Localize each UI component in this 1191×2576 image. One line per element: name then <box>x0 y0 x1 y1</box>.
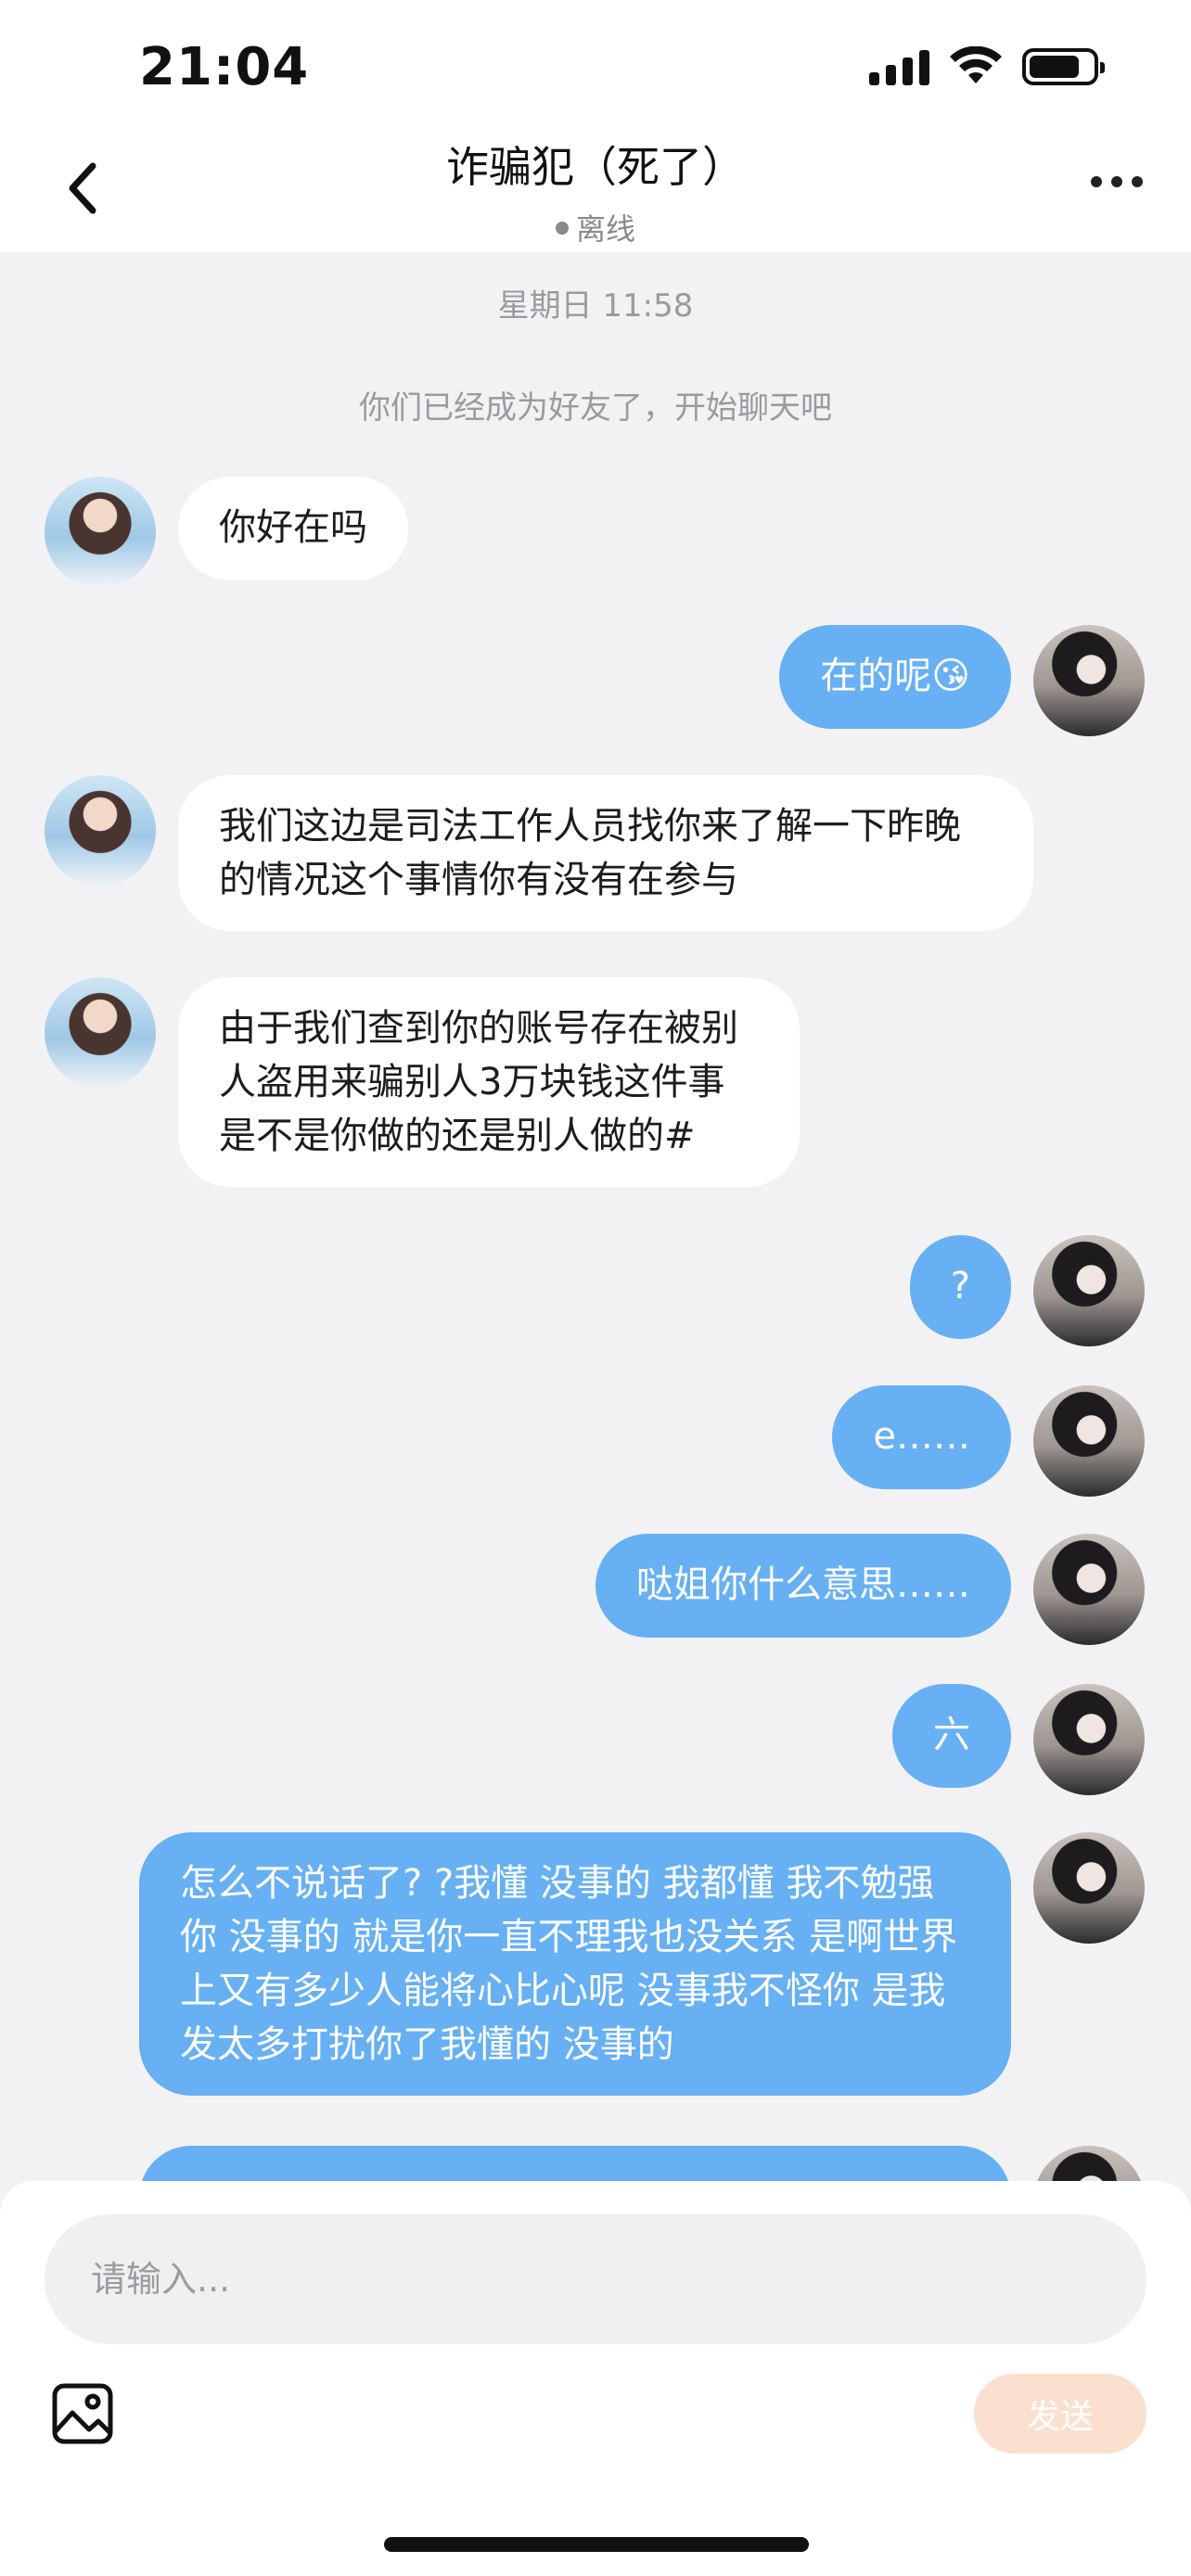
cellular-signal-icon <box>869 48 929 85</box>
contact-status: 离线 <box>0 206 1191 249</box>
status-icons <box>869 46 1105 87</box>
message-input[interactable] <box>45 2214 1146 2344</box>
message-bubble-outgoing[interactable]: 六 <box>892 1684 1011 1788</box>
contact-avatar[interactable] <box>45 977 156 1089</box>
top-bar: 21:04 诈骗犯（死了） 离线 <box>0 0 1191 252</box>
my-avatar[interactable] <box>1033 1684 1145 1795</box>
image-icon <box>52 2383 113 2444</box>
status-dot-icon <box>555 222 569 235</box>
contact-avatar[interactable] <box>45 775 156 886</box>
message-bubble-outgoing[interactable]: 哒姐你什么意思…… <box>596 1534 1011 1638</box>
wifi-icon <box>950 46 1002 83</box>
send-button[interactable]: 发送 <box>974 2374 1146 2454</box>
chat-title: 诈骗犯（死了） <box>446 142 745 192</box>
time-divider: 星期日 11:58 <box>497 287 694 325</box>
message-bubble-outgoing[interactable]: e…… <box>832 1385 1011 1489</box>
message-bubble-outgoing[interactable]: 怎么不说话了? ?我懂 没事的 我都懂 我不勉强你 没事的 就是你一直不理我也没… <box>139 1832 1011 2096</box>
my-avatar[interactable] <box>1033 2146 1145 2181</box>
battery-icon <box>1022 48 1105 85</box>
message-bubble-outgoing[interactable]: 在的呢😘 <box>779 625 1011 729</box>
system-note: 你们已经成为好友了，开始聊天吧 <box>359 389 832 427</box>
message-bubble-outgoing[interactable] <box>139 2146 1011 2181</box>
message-bubble-incoming[interactable]: 我们这边是司法工作人员找你来了解一下昨晚的情况这个事情你有没有在参与 <box>178 775 1033 931</box>
contact-status-label: 离线 <box>575 211 635 247</box>
my-avatar[interactable] <box>1033 1832 1145 1944</box>
input-panel: 发送 <box>0 2181 1191 2576</box>
my-avatar[interactable] <box>1033 1385 1145 1497</box>
message-bubble-incoming[interactable]: 由于我们查到你的账号存在被别人盗用来骗别人3万块钱这件事是不是你做的还是别人做的… <box>178 977 800 1187</box>
my-avatar[interactable] <box>1033 625 1145 736</box>
message-bubble-outgoing[interactable]: ? <box>909 1235 1011 1339</box>
status-time: 21:04 <box>139 37 310 97</box>
my-avatar[interactable] <box>1033 1534 1145 1645</box>
chat-area[interactable]: 星期日 11:58 你们已经成为好友了，开始聊天吧 你好在吗 在的呢😘 我们这边… <box>0 252 1191 2181</box>
my-avatar[interactable] <box>1033 1235 1145 1346</box>
image-picker-button[interactable] <box>50 2381 115 2446</box>
contact-avatar[interactable] <box>45 477 156 588</box>
more-options-button[interactable] <box>1091 176 1143 187</box>
home-indicator[interactable] <box>384 2537 809 2552</box>
message-bubble-incoming[interactable]: 你好在吗 <box>178 477 408 580</box>
